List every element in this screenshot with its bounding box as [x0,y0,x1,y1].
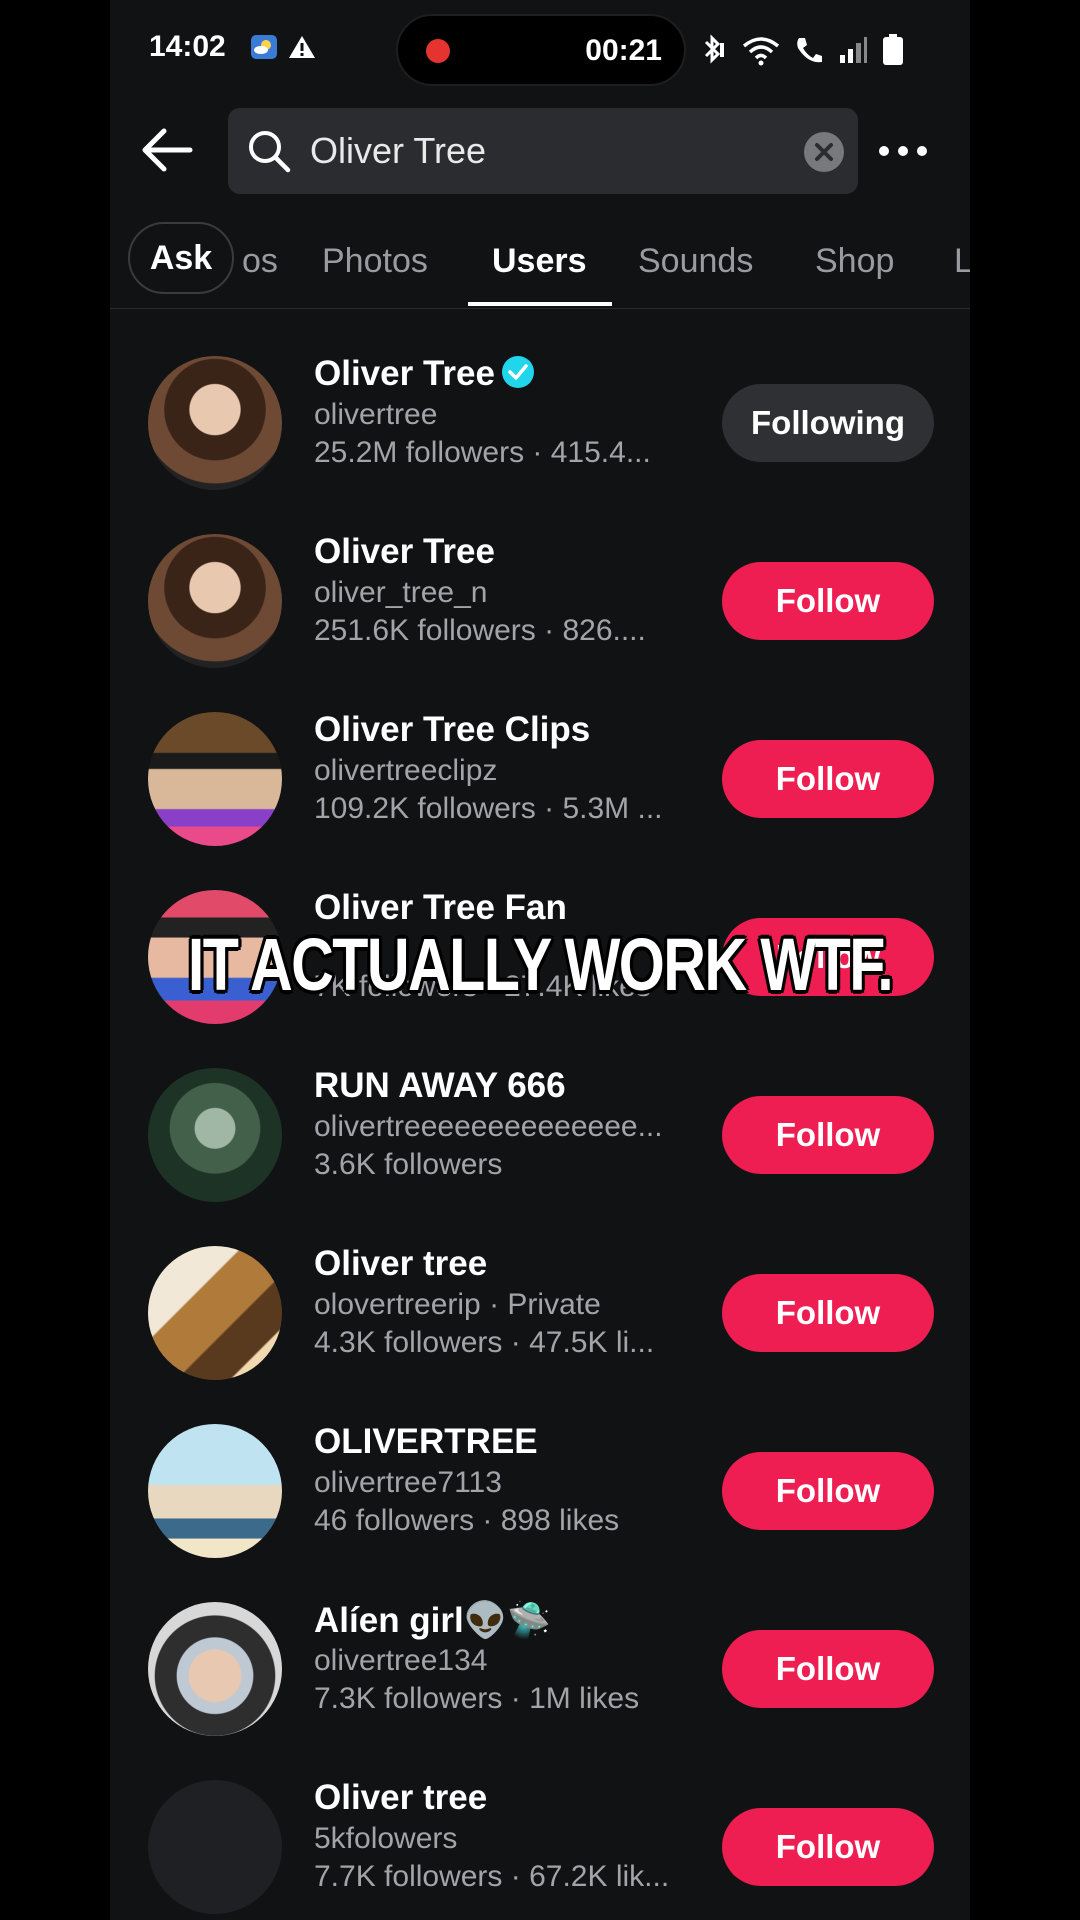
search-icon [249,131,291,173]
back-arrow-icon [142,128,193,172]
avatar[interactable] [148,356,282,490]
wifi-icon [742,37,780,66]
user-name: Oliver Tree Clips [314,710,591,749]
follow-button[interactable]: Follow [722,1096,934,1174]
avatar[interactable] [148,1780,282,1914]
clear-search-button[interactable] [804,132,844,172]
tab-photos[interactable]: Photos [322,242,428,281]
close-icon [815,143,833,161]
follow-button[interactable]: Follow [722,740,934,818]
tab-users[interactable]: Users [492,242,587,281]
avatar[interactable] [148,1424,282,1558]
battery-icon [883,34,903,65]
user-row[interactable]: Oliver Tree Clips olivertreeclipz 109.2K… [110,698,970,876]
user-name: Oliver Tree [314,354,535,394]
user-row[interactable]: Oliver tree 5kfolowers 7.7K followers · … [110,1766,970,1920]
user-handle: olivertreeeeeeeeeeeeee... [314,1110,663,1143]
user-stats: 251.6K followers · 826.... [314,614,646,647]
tab-sounds[interactable]: Sounds [638,242,753,281]
tab-shop[interactable]: Shop [815,242,894,281]
user-name: RUN AWAY 666 [314,1066,566,1105]
user-stats: 3.6K followers [314,1148,503,1181]
user-handle: olovertreerip · Private [314,1288,601,1321]
more-icon [879,146,927,156]
follow-button[interactable]: Follow [722,1630,934,1708]
verified-icon [501,356,534,388]
phone-call-icon [797,38,822,63]
user-handle: 5kfolowers [314,1822,458,1855]
follow-button[interactable]: Follow [722,1808,934,1886]
weather-icon [250,34,278,60]
user-name: Alíen girl👽🛸 [314,1601,551,1640]
user-name: OLIVERTREE [314,1422,538,1461]
avatar[interactable] [148,1246,282,1380]
user-name: Oliver Tree [314,532,495,571]
user-row[interactable]: Oliver tree olovertreerip · Private 4.3K… [110,1232,970,1410]
follow-button[interactable]: Follow [722,1452,934,1530]
video-caption: IT ACTUALLY WORK WTF. [187,923,894,1006]
avatar[interactable] [148,1068,282,1202]
user-stats: 7.7K followers · 67.2K lik... [314,1860,670,1893]
user-row[interactable]: Oliver Tree oliver_tree_n 251.6K followe… [110,520,970,698]
user-stats: 109.2K followers · 5.3M ... [314,792,663,825]
follow-button[interactable]: Follow [722,562,934,640]
tab-ask[interactable]: Ask [128,222,234,294]
user-handle: olivertree134 [314,1644,488,1677]
recording-indicator: 00:21 [396,14,686,86]
avatar[interactable] [148,1602,282,1736]
user-stats: 4.3K followers · 47.5K li... [314,1326,655,1359]
recording-time: 00:21 [585,34,662,67]
user-stats: 7.3K followers · 1M likes [314,1682,640,1715]
user-handle: olivertree [314,398,438,431]
user-row[interactable]: RUN AWAY 666 olivertreeeeeeeeeeeeee... 3… [110,1054,970,1232]
record-dot-icon [426,39,450,63]
back-button[interactable] [140,126,194,174]
user-stats: 46 followers · 898 likes [314,1504,620,1537]
user-name: Oliver tree [314,1778,488,1817]
status-bar: 14:02 00:21 [110,0,970,100]
more-options-button[interactable] [878,144,928,156]
follow-button[interactable]: Follow [722,1274,934,1352]
user-handle: olivertreeclipz [314,754,498,787]
bluetooth-icon [704,34,724,64]
tab-live[interactable]: L [954,242,970,281]
search-bar[interactable]: Oliver Tree [228,108,858,194]
tab-videos[interactable]: os [242,242,278,281]
search-input[interactable]: Oliver Tree [310,130,486,172]
user-row[interactable]: OLIVERTREE olivertree7113 46 followers ·… [110,1410,970,1588]
user-handle: olivertree7113 [314,1466,502,1499]
warning-icon [288,34,316,60]
avatar[interactable] [148,534,282,668]
following-button[interactable]: Following [722,384,934,462]
signal-icon [840,37,867,63]
avatar[interactable] [148,712,282,846]
user-row[interactable]: Oliver Tree olivertree 25.2M followers ·… [110,342,970,520]
user-row[interactable]: Alíen girl👽🛸 olivertree134 7.3K follower… [110,1588,970,1766]
user-handle: oliver_tree_n [314,576,488,609]
user-name: Oliver tree [314,1244,488,1283]
status-time: 14:02 [149,30,226,63]
user-stats: 25.2M followers · 415.4... [314,436,651,469]
active-tab-indicator [468,302,612,306]
system-icons [698,30,904,70]
search-tabs: Ask os Photos Users Sounds Shop L [110,222,970,309]
